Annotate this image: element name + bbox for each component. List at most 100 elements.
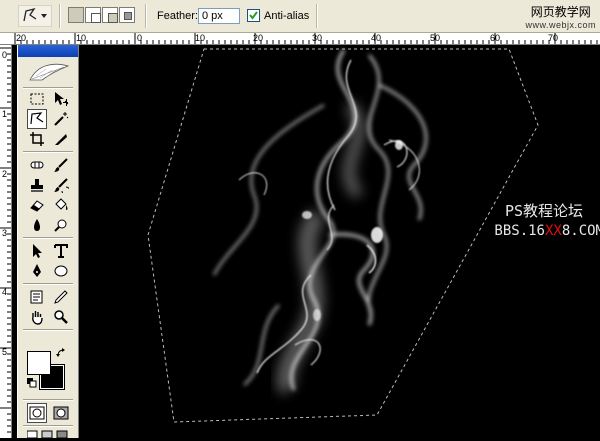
type-tool[interactable] (51, 241, 71, 261)
ruler-label: 50 (430, 33, 441, 43)
slice-tool[interactable] (51, 129, 71, 149)
move-icon (55, 92, 69, 106)
zoom-tool[interactable] (51, 307, 71, 327)
dodge-icon (54, 219, 67, 232)
standard-mode-icon (29, 406, 45, 420)
pen-icon (33, 264, 41, 277)
swap-colors-icon[interactable] (56, 348, 66, 358)
hand-icon (32, 311, 43, 325)
ruler-label: 0 (137, 33, 143, 43)
healing-brush-tool[interactable] (27, 155, 47, 175)
subtract-from-selection-button[interactable] (102, 7, 118, 23)
anti-alias-checkbox[interactable] (247, 9, 260, 22)
add-to-selection-button[interactable] (85, 7, 101, 23)
move-tool[interactable] (51, 89, 71, 109)
options-bar: Feather: Anti-alias 网页教学网 www.webjx.com (0, 0, 600, 33)
default-colors-icon[interactable] (27, 378, 37, 388)
ruler-label: 3 (2, 228, 8, 238)
history-brush-tool[interactable] (51, 175, 71, 195)
foreground-color-swatch[interactable] (27, 351, 51, 375)
separator (23, 151, 73, 153)
separator (59, 4, 61, 28)
ruler-label: 1 (2, 109, 8, 119)
eyedropper-tool[interactable] (51, 287, 71, 307)
pen-tool[interactable] (27, 261, 47, 281)
separator (145, 4, 147, 28)
crop-tool[interactable] (27, 129, 47, 149)
standard-mode-button[interactable] (27, 403, 47, 423)
shape-icon (54, 265, 68, 277)
quick-mask-icon (53, 406, 69, 420)
path-selection-icon (33, 244, 42, 258)
ruler-label: 70 (548, 33, 559, 43)
paint-bucket-icon (55, 198, 68, 210)
ruler-label: 0 (2, 50, 8, 60)
ruler-label: 5 (2, 347, 8, 357)
separator (316, 4, 318, 28)
ruler-label: 2 (2, 169, 8, 179)
ruler-label: 40 (371, 33, 382, 43)
paint-bucket-tool[interactable] (51, 195, 71, 215)
horizontal-ruler[interactable]: 20 10 0 10 20 30 40 50 60 70 (0, 33, 600, 45)
watermark-url: www.webjx.com (525, 20, 596, 30)
feather-logo-icon[interactable] (22, 57, 76, 87)
polygonal-lasso-tool[interactable] (27, 109, 47, 129)
quick-mask-button[interactable] (51, 403, 71, 423)
clone-stamp-tool[interactable] (27, 175, 47, 195)
forum-watermark: PS教程论坛 BBS.16XX8.COM (474, 200, 600, 239)
ruler-label: 60 (490, 33, 501, 43)
feather-label: Feather: (157, 10, 198, 22)
brush-icon (54, 158, 68, 172)
rectangular-marquee-tool[interactable] (27, 89, 47, 109)
notes-icon (30, 290, 43, 304)
eyedropper-icon (54, 290, 68, 304)
site-watermark: 网页教学网 www.webjx.com (525, 3, 596, 30)
healing-brush-icon (30, 161, 44, 169)
ruler-ticks (0, 47, 11, 433)
clone-stamp-icon (31, 179, 43, 192)
eraser-tool[interactable] (27, 195, 47, 215)
marquee-icon (30, 93, 44, 105)
polygonal-lasso-icon (23, 7, 47, 22)
history-brush-icon (54, 178, 69, 193)
eraser-icon (30, 200, 44, 212)
shape-tool[interactable] (51, 261, 71, 281)
magic-wand-icon (54, 112, 69, 126)
dodge-tool[interactable] (51, 215, 71, 235)
ruler-label: 10 (195, 33, 206, 43)
brush-tool[interactable] (51, 155, 71, 175)
watermark-title: 网页教学网 (530, 5, 591, 19)
vertical-ruler[interactable]: 0 1 2 3 4 5 (0, 45, 12, 438)
ruler-label: 10 (76, 33, 87, 43)
path-selection-tool[interactable] (27, 241, 47, 261)
forum-url-part: BBS.16 (494, 223, 545, 239)
crop-icon (30, 132, 44, 146)
new-selection-button[interactable] (68, 7, 84, 23)
separator (23, 329, 73, 331)
type-icon (54, 244, 68, 258)
forum-name-text: PS教程论坛 (504, 202, 584, 220)
hand-tool[interactable] (27, 307, 47, 327)
feather-input[interactable] (198, 8, 240, 24)
blur-icon (34, 219, 40, 231)
tools-palette (17, 45, 79, 439)
tool-preset-picker[interactable] (18, 5, 52, 27)
ruler-label: 20 (253, 33, 264, 43)
palette-title-bar[interactable] (18, 45, 78, 57)
separator (23, 399, 73, 401)
magic-wand-tool[interactable] (51, 109, 71, 129)
forum-url-text: BBS.16XX8.COM (474, 223, 600, 239)
separator (23, 237, 73, 239)
slice-icon (55, 134, 67, 145)
document-canvas[interactable]: PS教程论坛 BBS.16XX8.COM (79, 45, 600, 438)
anti-alias-label: Anti-alias (264, 10, 310, 22)
notes-tool[interactable] (27, 287, 47, 307)
ruler-label: 30 (312, 33, 323, 43)
screen-mode-buttons[interactable] (26, 429, 71, 439)
ruler-label: 4 (2, 287, 8, 297)
polygonal-lasso-icon (30, 112, 44, 125)
separator (23, 425, 73, 427)
forum-url-highlight: XX (544, 223, 562, 239)
blur-tool[interactable] (27, 215, 47, 235)
intersect-selection-button[interactable] (119, 7, 135, 23)
